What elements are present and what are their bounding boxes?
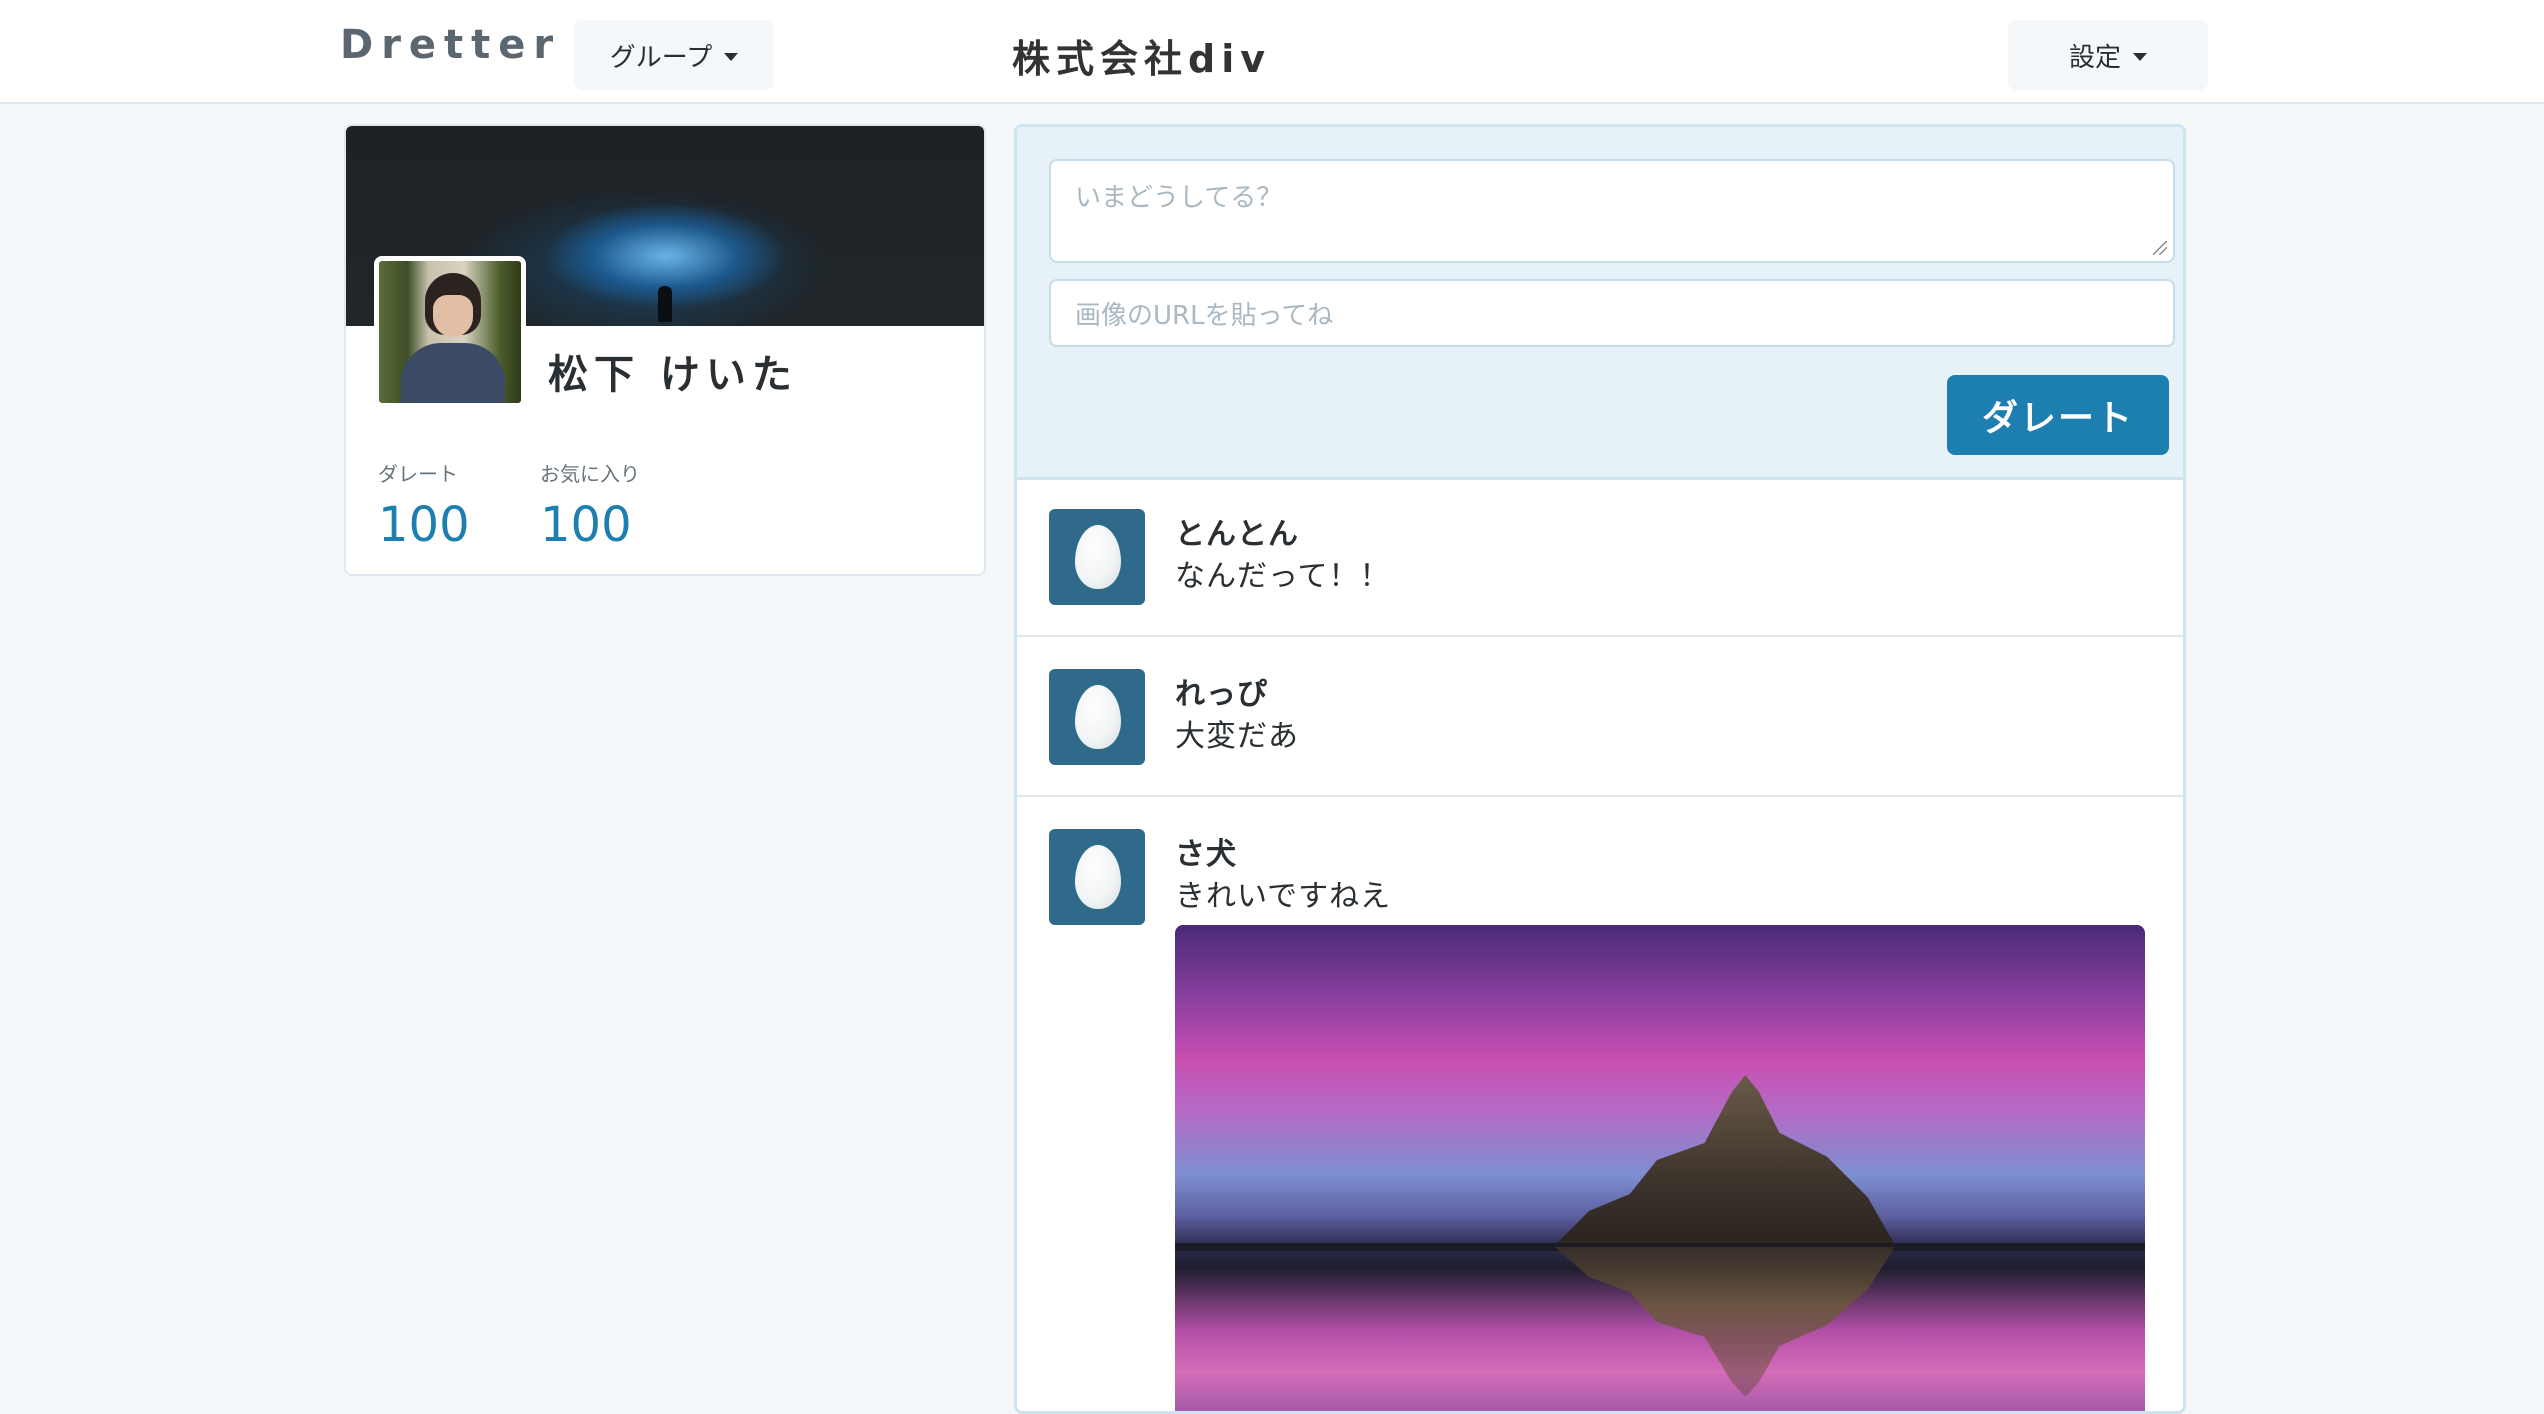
brand-logo[interactable]: Dretter	[340, 22, 561, 68]
tweet-username[interactable]: さ犬	[1175, 829, 1237, 873]
default-egg-avatar-icon[interactable]	[1049, 509, 1145, 605]
resize-handle-icon[interactable]	[2153, 241, 2167, 255]
tweet-text: なんだって！！	[1175, 559, 1391, 594]
default-egg-avatar-icon[interactable]	[1049, 829, 1145, 925]
timeline-item[interactable]: とんとん なんだって！！	[1017, 477, 2183, 637]
stat-label: お気に入り	[540, 462, 640, 486]
group-dropdown-button[interactable]: グループ	[574, 20, 774, 90]
main-timeline-column: いまどうしてる？ 画像のURLを貼ってね ダレート とんとん なんだって！！ れ…	[1014, 124, 2186, 1414]
cover-silhouette	[658, 286, 672, 322]
group-button-label: グループ	[609, 42, 713, 73]
chevron-down-icon	[724, 53, 739, 61]
avatar[interactable]	[374, 256, 526, 408]
stat-value: 100	[540, 497, 632, 553]
status-placeholder: いまどうしてる？	[1075, 183, 1283, 213]
tweet-username[interactable]: とんとん	[1175, 509, 1299, 553]
stat-label: ダレート	[378, 462, 458, 486]
timeline-item[interactable]: れっぴ 大変だあ	[1017, 637, 2183, 797]
timeline-item[interactable]: さ犬 きれいですねえ	[1017, 797, 2183, 1411]
castle-island-shape	[1555, 1075, 1895, 1245]
stat-darets[interactable]: ダレート 100	[378, 458, 470, 553]
image-url-input[interactable]: 画像のURLを貼ってね	[1049, 279, 2175, 347]
chevron-down-icon	[2133, 53, 2147, 61]
avatar-body-shape	[401, 343, 505, 403]
tweet-attached-image[interactable]	[1175, 925, 2145, 1411]
castle-reflection-shape	[1555, 1247, 1895, 1397]
top-navbar: Dretter グループ 株式会社div 設定	[0, 0, 2544, 104]
company-name: 株式会社div	[1012, 37, 1271, 81]
tweet-text: きれいですねえ	[1175, 879, 1392, 914]
settings-button-label: 設定	[2068, 42, 2121, 73]
default-egg-avatar-icon[interactable]	[1049, 669, 1145, 765]
settings-dropdown-button[interactable]: 設定	[2008, 20, 2208, 90]
tweet-username[interactable]: れっぴ	[1175, 669, 1268, 713]
avatar-face-shape	[433, 295, 473, 337]
tweet-composer: いまどうしてる？ 画像のURLを貼ってね ダレート	[1017, 127, 2183, 480]
status-textarea[interactable]: いまどうしてる？	[1049, 159, 2175, 263]
post-button[interactable]: ダレート	[1947, 375, 2169, 455]
image-url-placeholder: 画像のURLを貼ってね	[1075, 300, 1334, 331]
profile-name[interactable]: 松下 けいた	[548, 342, 798, 400]
profile-card: 松下 けいた ダレート 100 お気に入り 100	[344, 124, 986, 576]
stat-value: 100	[378, 497, 470, 553]
tweet-text: 大変だあ	[1175, 719, 1299, 754]
stat-favorites[interactable]: お気に入り 100	[540, 458, 640, 553]
